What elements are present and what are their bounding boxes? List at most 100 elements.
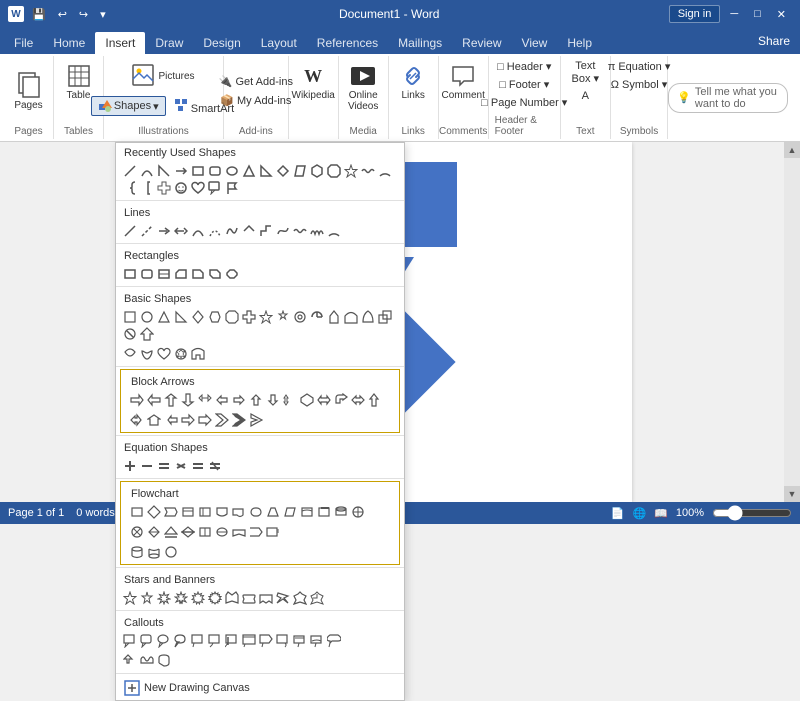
shape-line[interactable]	[122, 163, 138, 179]
c10[interactable]	[275, 633, 291, 649]
customize-quick-btn[interactable]: ▾	[96, 6, 110, 23]
fc26[interactable]	[163, 544, 179, 560]
page-number-button[interactable]: □ Page Number ▾	[477, 94, 571, 111]
sb10[interactable]	[275, 590, 291, 606]
get-addins-button[interactable]: 🔌 Get Add-ins	[215, 73, 297, 90]
shape-l11[interactable]	[292, 223, 308, 239]
fc7[interactable]	[231, 504, 247, 520]
shape-heart[interactable]	[190, 180, 206, 196]
c4[interactable]	[173, 633, 189, 649]
shape-arc[interactable]	[377, 163, 393, 179]
status-view-web[interactable]: 🌐	[632, 507, 646, 520]
bs2[interactable]	[139, 309, 155, 325]
shape-l12[interactable]	[309, 223, 325, 239]
tab-view[interactable]: View	[512, 32, 558, 54]
bs4[interactable]	[173, 309, 189, 325]
shape-l3[interactable]	[156, 223, 172, 239]
eq5[interactable]	[190, 458, 206, 474]
shape-arrow-line[interactable]	[173, 163, 189, 179]
eq3[interactable]	[156, 458, 172, 474]
ba3[interactable]	[163, 392, 179, 408]
eq1[interactable]	[122, 458, 138, 474]
tab-home[interactable]: Home	[43, 32, 95, 54]
save-quick-btn[interactable]: 💾	[28, 6, 50, 23]
close-button[interactable]: ✕	[771, 6, 792, 23]
share-button[interactable]: Share	[748, 30, 800, 52]
sign-in-button[interactable]: Sign in	[669, 5, 721, 23]
shape-flag[interactable]	[224, 180, 240, 196]
scroll-track[interactable]	[784, 158, 800, 486]
shape-smiley[interactable]	[173, 180, 189, 196]
ba9[interactable]	[265, 392, 281, 408]
shape-curve[interactable]	[139, 163, 155, 179]
shape-rt-tri[interactable]	[258, 163, 274, 179]
fc10[interactable]	[282, 504, 298, 520]
status-view-read[interactable]: 📖	[654, 507, 668, 520]
fc18[interactable]	[180, 524, 196, 540]
shape-l2[interactable]	[139, 223, 155, 239]
tell-me-box[interactable]: 💡 Tell me what you want to do	[668, 83, 788, 113]
tab-insert[interactable]: Insert	[95, 32, 145, 54]
minimize-button[interactable]: ─	[724, 6, 744, 22]
shape-r2[interactable]	[139, 266, 155, 282]
shape-l5[interactable]	[190, 223, 206, 239]
sb8[interactable]	[241, 590, 257, 606]
c2[interactable]	[139, 633, 155, 649]
bs22[interactable]	[173, 346, 189, 362]
fc14[interactable]	[350, 504, 366, 520]
ba12[interactable]	[316, 392, 332, 408]
ba19[interactable]	[180, 412, 196, 428]
equation-button[interactable]: π Equation ▾	[604, 58, 675, 75]
fc25[interactable]	[146, 544, 162, 560]
ba2[interactable]	[146, 392, 162, 408]
status-view-print[interactable]: 📄	[611, 507, 625, 520]
c3[interactable]	[156, 633, 172, 649]
ba14[interactable]	[350, 392, 366, 408]
c11[interactable]	[292, 633, 308, 649]
sb1[interactable]	[122, 590, 138, 606]
bs11[interactable]	[292, 309, 308, 325]
ba23[interactable]	[248, 412, 264, 428]
ba8[interactable]	[248, 392, 264, 408]
eq2[interactable]	[139, 458, 155, 474]
fc11[interactable]	[299, 504, 315, 520]
c16[interactable]	[156, 653, 172, 669]
sb2[interactable]	[139, 590, 155, 606]
bs6[interactable]	[207, 309, 223, 325]
fc6[interactable]	[214, 504, 230, 520]
ba15[interactable]	[367, 392, 383, 408]
shape-l13[interactable]	[326, 223, 342, 239]
bs9[interactable]	[258, 309, 274, 325]
fc3[interactable]	[163, 504, 179, 520]
shape-rect-r[interactable]	[207, 163, 223, 179]
ba18[interactable]	[163, 412, 179, 428]
c1[interactable]	[122, 633, 138, 649]
fc24[interactable]	[129, 544, 145, 560]
shape-r3[interactable]	[156, 266, 172, 282]
right-scrollbar[interactable]: ▲ ▼	[784, 142, 800, 502]
ba10[interactable]	[282, 392, 298, 408]
sb9[interactable]	[258, 590, 274, 606]
shape-cross[interactable]	[156, 180, 172, 196]
c14[interactable]	[122, 653, 138, 669]
shape-hexagon[interactable]	[309, 163, 325, 179]
shape-r7[interactable]	[224, 266, 240, 282]
tab-file[interactable]: File	[4, 32, 43, 54]
c15[interactable]	[139, 653, 155, 669]
scroll-up-button[interactable]: ▲	[784, 142, 800, 158]
maximize-button[interactable]: □	[748, 6, 767, 22]
shape-octagon[interactable]	[326, 163, 342, 179]
sb3[interactable]	[156, 590, 172, 606]
shape-parallelogram[interactable]	[292, 163, 308, 179]
bs23[interactable]	[190, 346, 206, 362]
shapes-button[interactable]: Shapes ▾	[92, 97, 165, 115]
bs15[interactable]	[360, 309, 376, 325]
c7[interactable]	[224, 633, 240, 649]
fc12[interactable]	[316, 504, 332, 520]
shape-right-angle[interactable]	[156, 163, 172, 179]
ba1[interactable]	[129, 392, 145, 408]
sb7[interactable]	[224, 590, 240, 606]
bs20[interactable]	[139, 346, 155, 362]
c8[interactable]	[241, 633, 257, 649]
ba22[interactable]	[231, 412, 247, 428]
